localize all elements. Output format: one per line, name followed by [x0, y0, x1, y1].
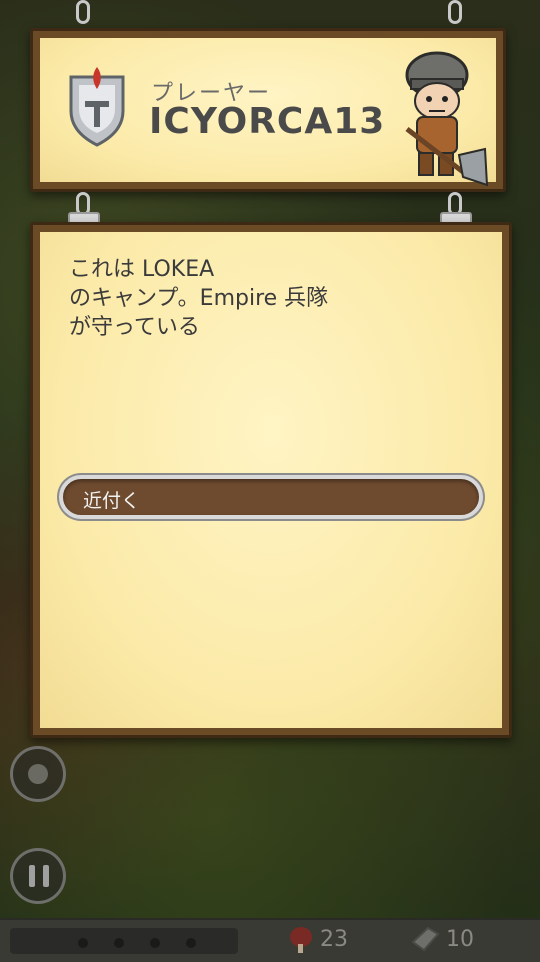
camp-description: これは LOKEA のキャンプ。Empire 兵隊 が守っている [69, 257, 329, 340]
pause-button[interactable] [10, 848, 66, 904]
approach-button[interactable]: 近付く [59, 475, 483, 519]
portrait-icon [28, 764, 48, 784]
progress-dot [186, 938, 196, 948]
progress-dot [114, 938, 124, 948]
stone-count: 10 [446, 927, 474, 952]
warrior-avatar [405, 51, 489, 187]
pause-icon [29, 865, 49, 887]
chain [76, 0, 90, 24]
chain [448, 0, 462, 24]
progress-dot [150, 938, 160, 948]
approach-button-label: 近付く [83, 490, 141, 512]
wave-progress [10, 928, 238, 954]
stone-icon [411, 926, 440, 952]
food-count: 23 [320, 927, 348, 952]
camp-info-card: これは LOKEA のキャンプ。Empire 兵隊 が守っている 近付く [30, 222, 512, 738]
meat-icon [290, 927, 312, 953]
player-banner: プレーヤー ICYORCA13 [30, 28, 506, 192]
progress-dot [78, 938, 88, 948]
portrait-button[interactable] [10, 746, 66, 802]
player-name: ICYORCA13 [149, 101, 386, 142]
resource-bar: 23 10 [0, 918, 540, 962]
knight-helmet-shield-icon [69, 67, 125, 147]
